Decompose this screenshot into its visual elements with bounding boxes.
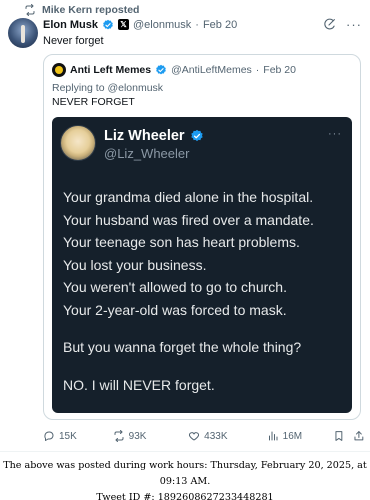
- bookmark-icon[interactable]: [333, 430, 345, 442]
- image-author-avatar: [60, 125, 96, 161]
- verified-badge-icon: [156, 64, 166, 75]
- repost-text[interactable]: Mike Kern reposted: [42, 4, 139, 16]
- replying-prefix: Replying to: [52, 82, 105, 94]
- author-name[interactable]: Elon Musk: [43, 19, 98, 31]
- image-text-line: Your grandma died alone in the hospital.: [63, 189, 314, 205]
- caption-line-tweet-id: Tweet ID #: 1892608627233448281: [96, 492, 274, 500]
- verified-badge-icon: [103, 19, 113, 29]
- repost-indicator: Mike Kern reposted: [24, 4, 139, 16]
- views-chart-icon: [268, 431, 278, 441]
- image-closing-line: NO. I will NEVER forget.: [63, 376, 215, 393]
- caption-footer: The above was posted during work hours: …: [0, 458, 370, 500]
- like-button[interactable]: 433K: [188, 430, 266, 442]
- reply-count: 15K: [59, 430, 77, 442]
- image-text-line: Your husband was fired over a mandate.: [63, 211, 314, 228]
- like-count: 433K: [204, 430, 228, 442]
- more-options-icon[interactable]: ···: [346, 18, 362, 31]
- image-author-name-row: Liz Wheeler: [104, 128, 204, 144]
- quoted-author-handle[interactable]: @AntiLeftMemes: [171, 64, 252, 76]
- heart-icon: [189, 432, 200, 441]
- grok-icon[interactable]: [323, 18, 336, 31]
- views-button[interactable]: 16M: [267, 430, 328, 442]
- image-text-line: Your teenage son has heart problems.: [63, 234, 300, 250]
- quoted-tweet-header: Anti Left Memes @AntiLeftMemes · Feb 20: [52, 63, 296, 77]
- author-handle[interactable]: @elonmusk: [133, 19, 191, 31]
- image-tweet-body: Your grandma died alone in the hospital.…: [63, 186, 347, 396]
- author-avatar[interactable]: [8, 18, 38, 48]
- image-author-handle: @Liz_Wheeler: [104, 146, 190, 161]
- tweet-action-bar: 15K 93K 433K 16M: [43, 430, 365, 442]
- caption-line-posted-time: The above was posted during work hours: …: [3, 460, 367, 487]
- image-text-line: Your 2-year-old was forced to mask.: [63, 301, 287, 318]
- separator-dot: ·: [255, 64, 260, 76]
- tweet-header: Elon Musk 𝕏 @elonmusk · Feb 20 ···: [43, 18, 362, 31]
- tweet-card: Mike Kern reposted Elon Musk 𝕏 @elonmusk…: [0, 0, 370, 452]
- repost-count: 93K: [128, 430, 147, 442]
- image-text-line: You lost your business.: [63, 256, 207, 273]
- replying-to-handle[interactable]: @elonmusk: [107, 82, 163, 94]
- image-author-name: Liz Wheeler: [104, 128, 185, 144]
- reply-icon: [44, 431, 54, 441]
- tweet-date[interactable]: Feb 20: [203, 19, 237, 31]
- separator-dot: ·: [195, 18, 199, 31]
- tweet-text: Never forget: [43, 35, 104, 47]
- quoted-tweet[interactable]: Anti Left Memes @AntiLeftMemes · Feb 20 …: [43, 54, 361, 420]
- share-icon[interactable]: [353, 430, 365, 442]
- quoted-author-avatar[interactable]: [52, 63, 66, 77]
- verified-badge-icon: [190, 129, 203, 142]
- quoted-tweet-date[interactable]: Feb 20: [263, 64, 296, 76]
- quoted-author-name[interactable]: Anti Left Memes: [70, 64, 151, 76]
- views-count: 16M: [282, 430, 303, 442]
- x-affiliation-icon: 𝕏: [118, 19, 130, 30]
- image-more-icon: ···: [328, 128, 342, 140]
- quoted-tweet-text: NEVER FORGET: [52, 96, 135, 108]
- tweet-screenshot-image[interactable]: Liz Wheeler @Liz_Wheeler ··· Your grandm…: [52, 117, 352, 413]
- repost-icon: [114, 430, 124, 442]
- repost-icon: [25, 4, 35, 16]
- image-question-line: But you wanna forget the whole thing?: [63, 339, 302, 355]
- image-text-line: You weren't allowed to go to church.: [63, 279, 287, 295]
- reply-button[interactable]: 15K: [43, 430, 113, 442]
- replying-to: Replying to @elonmusk: [52, 82, 163, 94]
- repost-button[interactable]: 93K: [113, 430, 189, 442]
